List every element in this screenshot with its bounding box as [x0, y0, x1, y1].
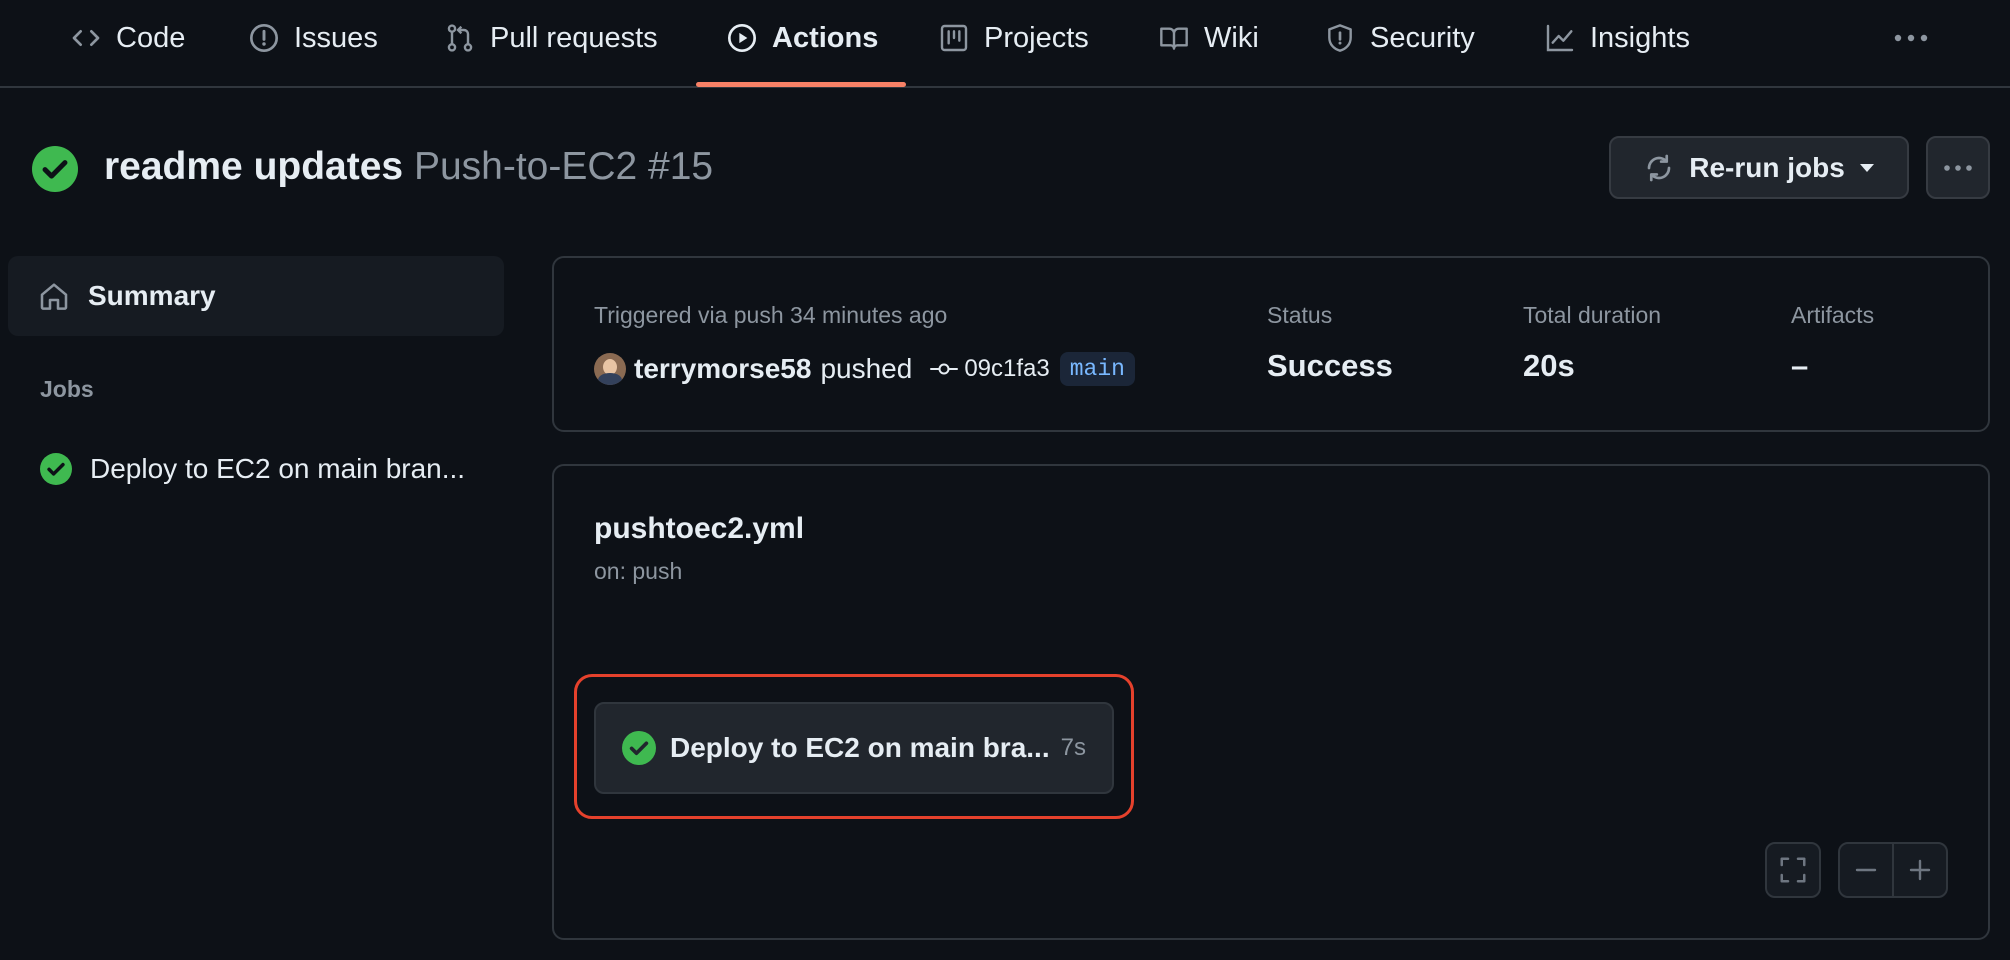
repo-nav: Code Issues Pull requests Actions Projec… [0, 0, 2010, 88]
artifacts-label: Artifacts [1791, 302, 1875, 328]
tab-label: Security [1370, 21, 1475, 54]
sync-icon [1647, 154, 1671, 181]
tab-label: Pull requests [490, 21, 658, 54]
dash-icon [1855, 868, 1877, 872]
issue-icon [250, 24, 278, 52]
run-title: readme updates [104, 145, 404, 188]
book-icon [1160, 27, 1188, 50]
total-duration-label: Total duration [1523, 302, 1662, 328]
actor-link[interactable]: terrymorse58 [634, 353, 811, 385]
more-tabs-button[interactable] [1892, 22, 1930, 54]
tab-pull-requests[interactable]: Pull requests [444, 0, 658, 76]
home-icon [40, 283, 68, 310]
run-summary-panel [552, 256, 1990, 432]
project-icon [940, 24, 968, 52]
sidebar-item-label: Summary [88, 280, 216, 311]
artifacts-value: – [1791, 348, 1809, 383]
zoom-in-button[interactable] [1894, 844, 1946, 896]
tab-label: Projects [984, 21, 1089, 54]
tab-label: Wiki [1204, 21, 1259, 54]
pull-request-icon [447, 24, 473, 52]
avatar[interactable] [594, 353, 626, 385]
sidebar-item-job[interactable]: Deploy to EC2 on main bran... [40, 453, 465, 485]
code-icon [72, 30, 100, 46]
triggered-text: Triggered via push 34 minutes ago [594, 302, 948, 328]
screen-full-icon [1780, 857, 1806, 883]
rerun-jobs-button[interactable]: Re-run jobs [1609, 136, 1909, 199]
sidebar-job-label: Deploy to EC2 on main bran... [90, 453, 466, 484]
tab-label: Insights [1590, 21, 1690, 54]
play-icon [728, 24, 756, 52]
jobs-heading: Jobs [40, 376, 94, 402]
tab-issues[interactable]: Issues [248, 0, 378, 76]
workflow-run-name: Push-to-EC2 #15 [413, 145, 714, 188]
workflow-trigger: on: push [594, 558, 683, 584]
kebab-horizontal-icon [1944, 164, 1972, 171]
commit-sha-link[interactable]: 09c1fa3 [964, 355, 1049, 383]
plus-icon [1909, 859, 1931, 881]
tab-projects[interactable]: Projects [938, 0, 1089, 76]
graph-icon [1546, 24, 1574, 52]
triangle-down-icon [1859, 163, 1874, 172]
tab-label: Issues [294, 21, 378, 54]
tab-security[interactable]: Security [1324, 0, 1475, 76]
sidebar-item-summary[interactable]: Summary [8, 256, 504, 336]
status-label: Status [1267, 302, 1333, 328]
zoom-out-button[interactable] [1840, 844, 1894, 896]
job-card-label: Deploy to EC2 on main bra... [670, 732, 1050, 763]
zoom-controls [1838, 842, 1948, 898]
workflow-file-name[interactable]: pushtoec2.yml [594, 512, 804, 546]
git-commit-icon [930, 363, 959, 375]
status-value: Success [1267, 348, 1393, 383]
shield-icon [1328, 24, 1352, 52]
tab-insights[interactable]: Insights [1544, 0, 1690, 76]
tab-label: Code [116, 21, 186, 54]
job-card[interactable]: Deploy to EC2 on main bra... 7s [594, 702, 1114, 794]
run-status-icon [32, 146, 78, 192]
tab-code[interactable]: Code [70, 0, 185, 76]
check-circle-fill-icon [40, 453, 72, 485]
branch-badge[interactable]: main [1059, 352, 1135, 386]
active-tab-indicator [696, 82, 906, 87]
more-options-button[interactable] [1926, 136, 1990, 199]
check-circle-fill-icon [32, 146, 78, 192]
fullscreen-button[interactable] [1765, 842, 1821, 898]
page-title: readme updates Push-to-EC2 #15 [104, 142, 713, 192]
check-circle-fill-icon [622, 731, 656, 765]
tab-label: Actions [772, 21, 879, 54]
tab-actions[interactable]: Actions [726, 0, 878, 76]
tab-wiki[interactable]: Wiki [1158, 0, 1259, 76]
total-duration-value: 20s [1523, 348, 1575, 383]
kebab-horizontal-icon [1894, 34, 1928, 42]
push-info: terrymorse58 pushed 09c1fa3 main [594, 350, 1135, 388]
job-duration: 7s [1060, 734, 1086, 761]
push-action: pushed [820, 353, 913, 384]
rerun-jobs-label: Re-run jobs [1689, 151, 1845, 183]
